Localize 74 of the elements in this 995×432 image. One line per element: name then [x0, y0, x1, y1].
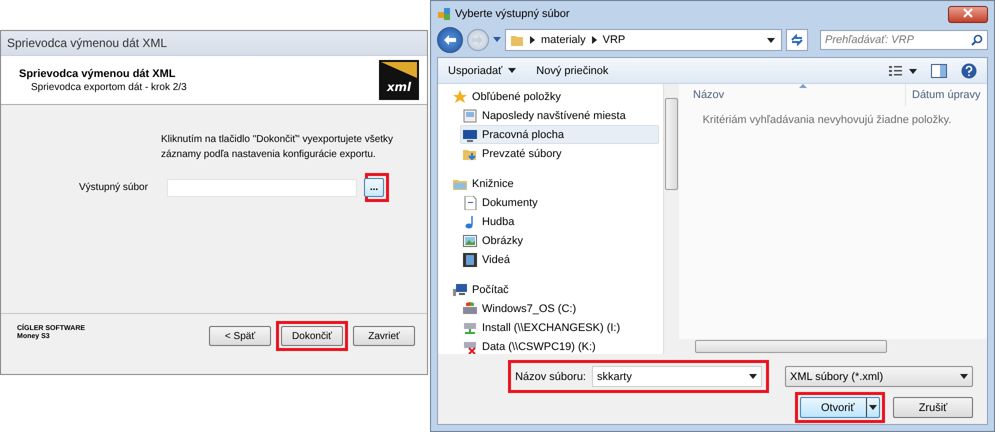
breadcrumb[interactable]: VRP — [602, 34, 626, 46]
address-bar[interactable]: materialy VRP — [505, 29, 782, 51]
filename-field[interactable]: skkarty — [592, 366, 762, 387]
nav-tree-item[interactable]: Windows7_OS (C:) — [460, 299, 659, 318]
caret-icon — [749, 374, 757, 379]
item-icon — [453, 282, 467, 296]
item-icon — [463, 108, 477, 122]
item-icon — [463, 320, 477, 334]
caret-icon — [869, 405, 877, 410]
item-icon — [463, 340, 477, 354]
app-icon — [437, 7, 451, 21]
help-icon[interactable] — [961, 62, 977, 78]
item-icon — [463, 196, 477, 210]
vertical-scrollbar[interactable] — [663, 84, 679, 354]
left-arrow-icon — [443, 34, 457, 46]
output-file-field[interactable] — [167, 178, 357, 196]
column-header[interactable]: Dátum úpravy — [905, 84, 980, 106]
window-title: Vyberte výstupný súbor — [455, 8, 571, 20]
browse-button[interactable]: ... — [364, 178, 384, 197]
wizard-button[interactable]: Dokončiť — [281, 326, 343, 346]
wizard-button[interactable]: Zavrieť — [353, 326, 415, 346]
scroll-thumb[interactable] — [695, 340, 887, 353]
item-icon — [463, 302, 477, 316]
nav-tree-item[interactable]: Videá — [460, 250, 659, 269]
nav-tree-item[interactable]: Pracovná plocha — [460, 125, 659, 144]
nav-tree-item[interactable]: Dokumenty — [460, 193, 659, 212]
empty-message: Kritériám vyhľadávania nevyhovujú žiadne položky. — [702, 114, 952, 126]
close-button[interactable] — [948, 6, 988, 22]
history-caret-icon[interactable] — [493, 37, 501, 43]
nav-tree-item[interactable]: Obrázky — [460, 231, 659, 250]
split-button[interactable]: Otvoriť — [800, 397, 880, 418]
nav-tree-item[interactable]: Obľúbené položky — [450, 87, 659, 106]
caret-icon — [960, 374, 968, 379]
xml-logo: xml — [379, 60, 419, 100]
item-icon — [453, 90, 467, 104]
column-header[interactable]: Názov — [693, 84, 905, 106]
back-button[interactable] — [437, 27, 463, 53]
field-label: Výstupný súbor — [79, 182, 149, 193]
nav-tree-item[interactable]: Prevzaté súbory — [460, 144, 659, 163]
nav-tree-item[interactable]: Data (\\CSWPC19) (K:) — [460, 337, 659, 354]
chevron-icon — [592, 36, 597, 44]
nav-tree-item[interactable]: Počítač — [450, 280, 659, 299]
breadcrumb[interactable]: materialy — [541, 34, 586, 46]
nav-tree-item[interactable]: Knižnice — [450, 174, 659, 193]
item-icon — [463, 234, 477, 248]
refresh-button[interactable] — [786, 29, 808, 51]
instruction-text: Kliknutím na tlačidlo "Dokončiť" vyexportujete všetky záznamy podľa nastavenia konfigurácie exportu. — [161, 133, 394, 162]
nav-tree-item[interactable]: Naposledy navštívené miesta — [460, 106, 659, 125]
wizard-button[interactable]: < Späť — [209, 326, 271, 346]
search-field[interactable]: Prehľadávať: VRP — [820, 30, 988, 50]
chevron-icon — [530, 36, 535, 44]
toolbar-button[interactable]: Nový priečinok — [536, 64, 608, 76]
file-type-dropdown[interactable]: XML súbory (*.xml) — [785, 366, 973, 387]
nav-tree-item[interactable]: Hudba — [460, 212, 659, 231]
scroll-thumb[interactable] — [665, 98, 678, 190]
nav-tree-item[interactable]: Install (\\EXCHANGESK) (I:) — [460, 318, 659, 337]
field-label: Názov súboru: — [515, 370, 586, 382]
item-icon — [463, 252, 477, 266]
refresh-icon — [790, 34, 804, 46]
search-icon — [971, 34, 983, 46]
caret-icon[interactable] — [767, 38, 775, 42]
toolbar-button[interactable]: Usporiadať — [448, 64, 516, 76]
caret-icon — [508, 68, 516, 73]
horizontal-scrollbar[interactable] — [679, 339, 987, 354]
folder-icon — [510, 33, 524, 47]
close-icon — [963, 8, 973, 18]
preview-pane-icon[interactable] — [931, 64, 947, 78]
header-subtitle: Sprievodca exportom dát - krok 2/3 — [30, 82, 187, 92]
view-options-icon[interactable] — [889, 64, 917, 76]
window-title: Sprievodca výmenou dát XML — [1, 31, 427, 56]
dialog-button[interactable]: Zrušiť — [893, 397, 973, 418]
item-icon — [463, 128, 477, 142]
right-arrow-icon — [472, 35, 484, 45]
header-title: Sprievodca výmenou dát XML — [19, 68, 176, 80]
